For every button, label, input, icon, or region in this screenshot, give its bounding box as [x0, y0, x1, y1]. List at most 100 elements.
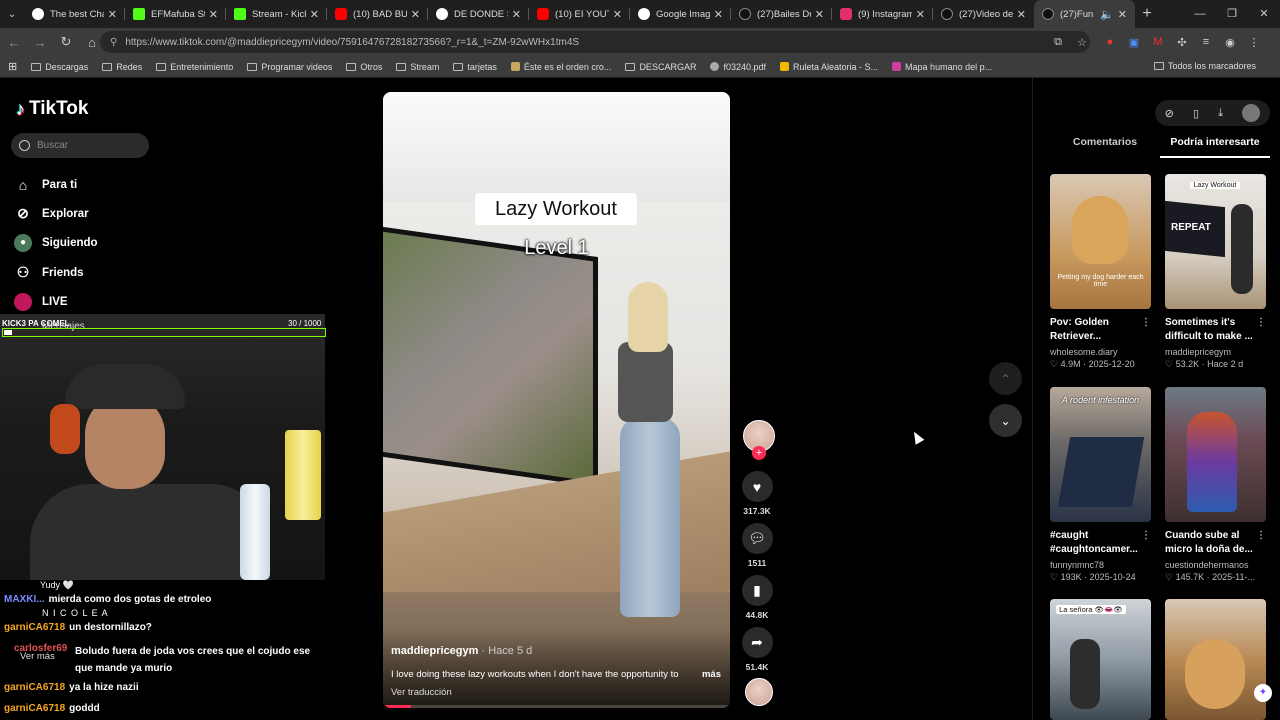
tab-10[interactable]: (27)Video de c ✕: [933, 0, 1034, 28]
video-author[interactable]: maddiepricegym · Hace 5 d: [391, 645, 532, 657]
card-author[interactable]: cuestiondehermanos: [1165, 560, 1266, 570]
bookmark-folder[interactable]: Programar videos: [247, 62, 332, 72]
install-app-icon[interactable]: ⧉: [1046, 36, 1070, 49]
ver-mas-link[interactable]: Ver más: [20, 651, 55, 662]
back-icon[interactable]: ←: [2, 35, 26, 50]
bookmark-link[interactable]: Éste es el orden cro...: [510, 62, 611, 72]
close-tab-icon[interactable]: ✕: [1118, 8, 1127, 21]
sidebar-item-live[interactable]: LIVE: [14, 287, 98, 316]
video-card[interactable]: A rodent infestation #caught #caughtonca…: [1050, 387, 1151, 583]
comment-button[interactable]: 💬︎ 1511: [738, 523, 776, 568]
bookmark-folder[interactable]: tarjetas: [453, 62, 497, 72]
like-button[interactable]: ♥ 317.3K: [738, 471, 776, 516]
tab-7[interactable]: Google Image ✕: [630, 0, 731, 28]
tab-8[interactable]: (27)Bailes Dura ✕: [731, 0, 832, 28]
extension-m-icon[interactable]: M: [1146, 36, 1170, 48]
download-icon[interactable]: ⤓: [1218, 107, 1223, 120]
sidebar-item-explorar[interactable]: ⊘ Explorar: [14, 199, 98, 228]
new-tab-button[interactable]: +: [1135, 5, 1159, 23]
sidebar-item-friends[interactable]: ⚇ Friends: [14, 258, 98, 287]
video-player[interactable]: Lazy Workout Level 1 maddiepricegym · Ha…: [383, 92, 730, 708]
tab-comentarios[interactable]: Comentarios: [1050, 136, 1160, 158]
close-tab-icon[interactable]: ✕: [714, 8, 723, 21]
profile-icon[interactable]: ◉: [1218, 36, 1242, 49]
card-author[interactable]: maddiepricegym: [1165, 347, 1266, 357]
search-input[interactable]: Buscar: [11, 133, 149, 158]
compass-icon[interactable]: ⊘: [1165, 107, 1174, 120]
close-tab-icon[interactable]: ✕: [411, 8, 420, 21]
bookmark-folder[interactable]: Redes: [102, 62, 142, 72]
all-bookmarks[interactable]: Todos los marcadores: [1153, 61, 1256, 71]
sidebar-nav: ⌂ Para ti ⊘ Explorar ● Siguiendo ⚇ Friends L…: [14, 170, 98, 316]
sidebar-item-para-ti[interactable]: ⌂ Para ti: [14, 170, 98, 199]
close-tab-icon[interactable]: ✕: [815, 8, 824, 21]
video-progress-bar[interactable]: [383, 705, 730, 708]
close-tab-icon[interactable]: ✕: [613, 8, 622, 21]
bookmark-folder[interactable]: Entretenimiento: [156, 62, 233, 72]
speaker-icon[interactable]: 🔈: [1100, 8, 1114, 21]
bookmark-link[interactable]: Ruleta Aleatoria - S...: [780, 62, 878, 72]
tab-6[interactable]: (10) EI YOUTUI ✕: [529, 0, 630, 28]
more-options-icon[interactable]: ⋮: [1256, 316, 1266, 330]
card-author[interactable]: funnynmnc78: [1050, 560, 1151, 570]
bookmark-folder[interactable]: Otros: [346, 62, 382, 72]
bookmark-folder[interactable]: Stream: [396, 62, 439, 72]
tab-search-icon[interactable]: ⌄: [0, 9, 24, 20]
address-bar[interactable]: ⚲ https://www.tiktok.com/@maddiepricegym…: [100, 31, 1090, 53]
tab-active-tiktok[interactable]: (27)Fun an 🔈 ✕: [1034, 0, 1135, 28]
sound-avatar[interactable]: [740, 678, 778, 706]
close-tab-icon[interactable]: ✕: [512, 8, 521, 21]
bookmark-star-icon[interactable]: ☆: [1070, 36, 1094, 49]
media-controls-icon[interactable]: ≡: [1194, 36, 1218, 48]
video-card[interactable]: Cuando sube al micro la doña de... ⋮ cues…: [1165, 387, 1266, 583]
tiktok-logo[interactable]: ♪ TikTok: [16, 98, 88, 120]
tab-2[interactable]: EFMafuba Stre ✕: [125, 0, 226, 28]
close-tab-icon[interactable]: ✕: [916, 8, 925, 21]
previous-video-button[interactable]: ⌃: [989, 362, 1022, 395]
more-options-icon[interactable]: ⋮: [1256, 529, 1266, 543]
reload-icon[interactable]: ↻: [54, 34, 78, 50]
forward-icon[interactable]: →: [28, 35, 52, 50]
user-avatar[interactable]: [1242, 104, 1261, 122]
close-tab-icon[interactable]: ✕: [108, 8, 117, 21]
close-tab-icon[interactable]: ✕: [209, 8, 218, 21]
tab-5[interactable]: DE DONDE SA ✕: [428, 0, 529, 28]
close-window-icon[interactable]: ✕: [1248, 0, 1280, 28]
more-link[interactable]: más: [702, 669, 721, 680]
translate-extension-icon[interactable]: ▣: [1122, 36, 1146, 49]
phone-icon[interactable]: ▯: [1193, 107, 1199, 120]
bookmark-link[interactable]: f03240.pdf: [710, 62, 766, 72]
minimize-icon[interactable]: —: [1184, 0, 1216, 28]
menu-kebab-icon[interactable]: ⋮: [1242, 36, 1266, 49]
bookmark-link[interactable]: Mapa humano del p...: [892, 62, 992, 72]
creator-avatar[interactable]: +: [740, 420, 778, 460]
video-card[interactable]: ✦: [1165, 599, 1272, 720]
apps-grid-icon[interactable]: ⊞: [8, 60, 17, 73]
restore-icon[interactable]: ❐: [1216, 0, 1248, 28]
video-card[interactable]: La señora 👁👄👁: [1050, 599, 1151, 720]
more-options-icon[interactable]: ⋮: [1141, 316, 1151, 330]
tab-3[interactable]: Stream - Kick D ✕: [226, 0, 327, 28]
bookmark-folder[interactable]: Descargas: [31, 62, 88, 72]
video-card[interactable]: REPEAT Lazy Workout Sometimes it's diffi…: [1165, 174, 1266, 370]
bookmark-folder[interactable]: DESCARGAR: [625, 62, 696, 72]
card-author[interactable]: wholesome.diary: [1050, 347, 1151, 357]
tab-1[interactable]: The best Chat ✕: [24, 0, 125, 28]
site-info-icon[interactable]: ⚲: [110, 37, 117, 48]
tab-4[interactable]: (10) BAD BUNI ✕: [327, 0, 428, 28]
video-card[interactable]: Petting my dog harder each time Pov: Gol…: [1050, 174, 1151, 370]
save-button[interactable]: ▮ 44.8K: [738, 575, 776, 620]
puzzle-extensions-icon[interactable]: ✣: [1170, 36, 1194, 49]
tab-podria-interesarte[interactable]: Podría interesarte: [1160, 136, 1270, 158]
next-video-button[interactable]: ⌄: [989, 404, 1022, 437]
more-options-icon[interactable]: ⋮: [1141, 529, 1151, 543]
close-tab-icon[interactable]: ✕: [310, 8, 319, 21]
follow-plus-icon[interactable]: +: [752, 446, 766, 460]
ai-assistant-icon[interactable]: ✦: [1254, 684, 1272, 702]
close-tab-icon[interactable]: ✕: [1017, 8, 1026, 21]
extension-red-icon[interactable]: ●: [1098, 36, 1122, 48]
share-button[interactable]: ➦ 51.4K: [738, 627, 776, 672]
translate-link[interactable]: Ver traducción: [391, 687, 452, 698]
sidebar-item-siguiendo[interactable]: ● Siguiendo: [14, 229, 98, 258]
tab-9[interactable]: (9) Instagram ✕: [832, 0, 933, 28]
